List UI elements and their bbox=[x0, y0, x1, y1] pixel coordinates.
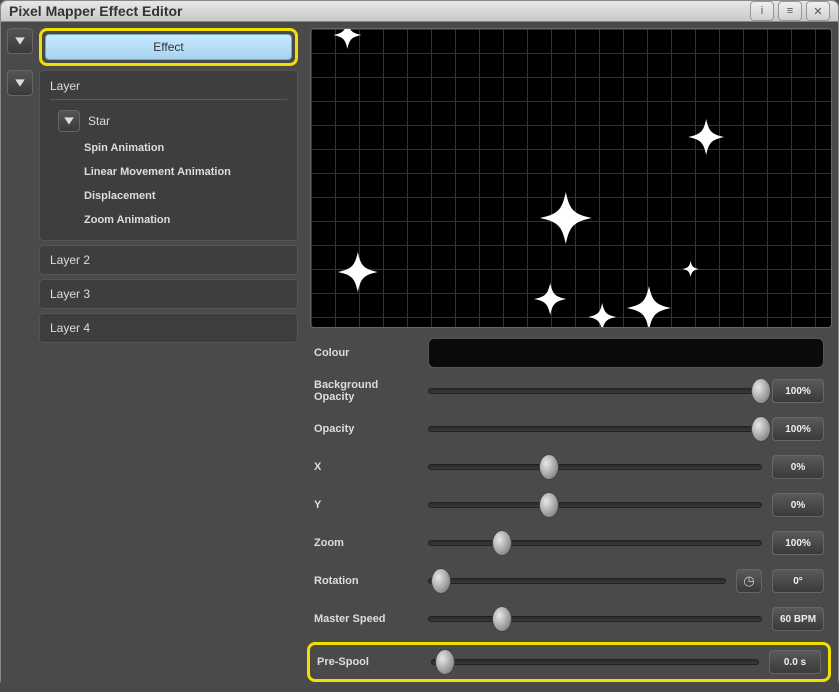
y-slider[interactable] bbox=[428, 502, 762, 508]
collapse-effect-button[interactable] bbox=[7, 28, 33, 54]
bg-opacity-value[interactable]: 100% bbox=[772, 379, 824, 403]
rotation-label: Rotation bbox=[314, 575, 418, 587]
opacity-slider[interactable] bbox=[428, 426, 762, 432]
layer-divider bbox=[50, 99, 287, 100]
anim-spin[interactable]: Spin Animation bbox=[50, 136, 287, 160]
layer-4[interactable]: Layer 4 bbox=[39, 313, 298, 343]
layer-1[interactable]: Layer Star Spin Animation Linear Movemen… bbox=[39, 70, 298, 241]
opacity-value[interactable]: 100% bbox=[772, 417, 824, 441]
y-label: Y bbox=[314, 499, 418, 511]
left-panel: Effect Layer Star Spin Animation bbox=[1, 22, 304, 692]
param-x: X 0% bbox=[314, 452, 824, 482]
right-panel: Colour Background Opacity 100% Opacity 1… bbox=[304, 22, 838, 692]
x-slider[interactable] bbox=[428, 464, 762, 470]
anim-zoom[interactable]: Zoom Animation bbox=[50, 208, 287, 232]
info-button[interactable]: i bbox=[750, 1, 774, 21]
pre-spool-value[interactable]: 0.0 s bbox=[769, 650, 821, 674]
content: Effect Layer Star Spin Animation bbox=[1, 22, 838, 692]
window-title: Pixel Mapper Effect Editor bbox=[9, 3, 746, 19]
param-colour: Colour bbox=[314, 338, 824, 368]
window: Pixel Mapper Effect Editor i ≡ ✕ Effect … bbox=[0, 0, 839, 686]
titlebar: Pixel Mapper Effect Editor i ≡ ✕ bbox=[1, 1, 838, 22]
bg-opacity-label: Background Opacity bbox=[314, 379, 418, 403]
close-button[interactable]: ✕ bbox=[806, 1, 830, 21]
anim-linear[interactable]: Linear Movement Animation bbox=[50, 160, 287, 184]
collapse-layer1-button[interactable] bbox=[7, 70, 33, 96]
collapse-star-button[interactable] bbox=[58, 110, 80, 132]
layer-2[interactable]: Layer 2 bbox=[39, 245, 298, 275]
master-speed-label: Master Speed bbox=[314, 613, 418, 625]
anim-displacement[interactable]: Displacement bbox=[50, 184, 287, 208]
layer-1-title: Layer bbox=[50, 79, 287, 93]
param-opacity: Opacity 100% bbox=[314, 414, 824, 444]
pre-spool-slider[interactable] bbox=[431, 659, 759, 665]
rotation-value[interactable]: 0° bbox=[772, 569, 824, 593]
bg-opacity-slider[interactable] bbox=[428, 388, 762, 394]
x-label: X bbox=[314, 461, 418, 473]
pre-spool-label: Pre-Spool bbox=[317, 656, 421, 668]
element-star[interactable]: Star bbox=[88, 114, 110, 128]
effect-highlight: Effect bbox=[39, 28, 298, 66]
layer-3[interactable]: Layer 3 bbox=[39, 279, 298, 309]
zoom-slider[interactable] bbox=[428, 540, 762, 546]
effect-button[interactable]: Effect bbox=[45, 34, 292, 60]
menu-button[interactable]: ≡ bbox=[778, 1, 802, 21]
param-pre-spool: Pre-Spool 0.0 s bbox=[307, 642, 831, 682]
colour-swatch[interactable] bbox=[428, 338, 824, 368]
master-speed-value[interactable]: 60 BPM bbox=[772, 607, 824, 631]
colour-label: Colour bbox=[314, 347, 418, 359]
param-rotation: Rotation ◷ 0° bbox=[314, 566, 824, 596]
rotation-slider[interactable] bbox=[428, 578, 726, 584]
y-value[interactable]: 0% bbox=[772, 493, 824, 517]
master-speed-slider[interactable] bbox=[428, 616, 762, 622]
param-zoom: Zoom 100% bbox=[314, 528, 824, 558]
params-panel: Colour Background Opacity 100% Opacity 1… bbox=[310, 334, 832, 686]
zoom-value[interactable]: 100% bbox=[772, 531, 824, 555]
preview-canvas[interactable] bbox=[310, 28, 832, 328]
param-y: Y 0% bbox=[314, 490, 824, 520]
preview-stars bbox=[311, 29, 831, 327]
clock-icon[interactable]: ◷ bbox=[736, 569, 762, 593]
param-master-speed: Master Speed 60 BPM bbox=[314, 604, 824, 634]
param-bg-opacity: Background Opacity 100% bbox=[314, 376, 824, 406]
opacity-label: Opacity bbox=[314, 423, 418, 435]
zoom-label: Zoom bbox=[314, 537, 418, 549]
x-value[interactable]: 0% bbox=[772, 455, 824, 479]
